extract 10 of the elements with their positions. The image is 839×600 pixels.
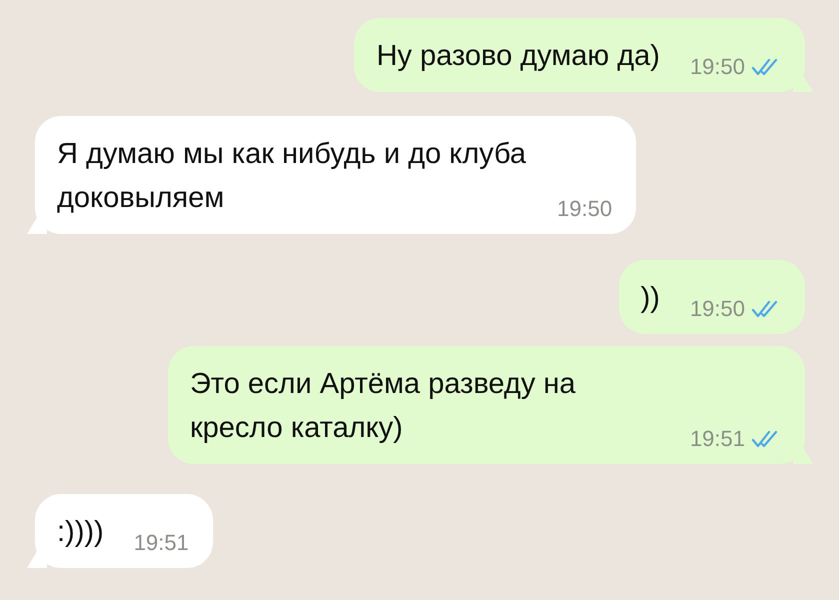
message-text: Ну разово думаю да): [376, 39, 660, 74]
message-time: 19:50: [690, 53, 745, 81]
message-text: Я думаю мы как нибудь и до клуба доковыляем: [57, 137, 527, 216]
message-time: 19:51: [690, 425, 745, 453]
message-time: 19:51: [134, 529, 189, 557]
message-time: 19:50: [557, 195, 612, 223]
message-text: )): [640, 281, 660, 316]
message-text: :)))): [57, 515, 104, 550]
message-text: Это если Артёма разведу на кресло каталку): [190, 367, 577, 446]
message-time: 19:50: [690, 295, 745, 323]
